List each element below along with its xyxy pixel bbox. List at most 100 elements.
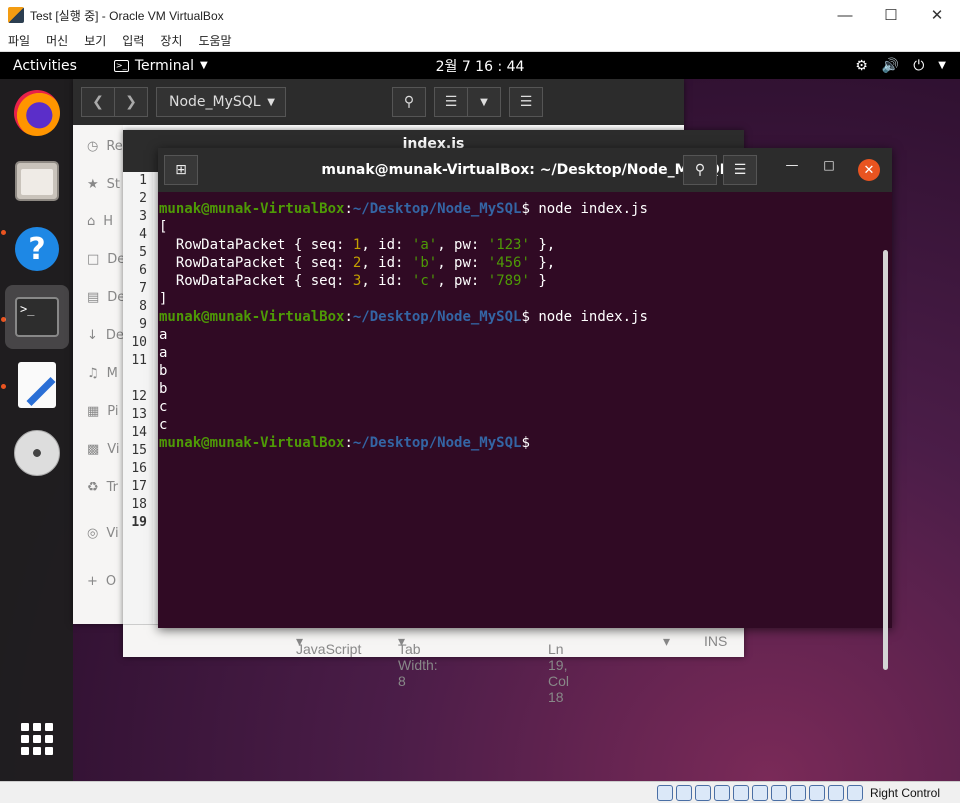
sidebar-item-documents[interactable]: ▤ De bbox=[87, 290, 125, 305]
app-grid-icon bbox=[21, 723, 53, 755]
menu-view[interactable]: 보기 bbox=[76, 32, 114, 49]
maximize-button[interactable]: ☐ bbox=[868, 0, 914, 30]
position-dropdown-caret[interactable]: ▾ bbox=[663, 633, 670, 650]
tab-width-selector[interactable]: Tab Width: 8 ▾ bbox=[398, 633, 438, 689]
gnome-topbar: Activities >_ Terminal ▼ 2월 7 16 : 44 ⚙ … bbox=[0, 52, 960, 79]
network-adapter-icon[interactable] bbox=[713, 784, 730, 801]
power-icon: ⏻ bbox=[913, 57, 925, 74]
menu-machine[interactable]: 머신 bbox=[38, 32, 76, 49]
path-label: Node_MySQL bbox=[169, 94, 261, 110]
sidebar-item-volume[interactable]: ◎ Vi bbox=[87, 526, 119, 541]
files-sidebar: ◷ Re ★ St ⌂ H □ De ▤ De ↓ De ♫ M ▦ Pi ▩ Vi ♻ Tr ◎ V… bbox=[73, 125, 125, 624]
menu-input[interactable]: 입력 bbox=[114, 32, 152, 49]
search-icon: ⚲ bbox=[403, 94, 415, 110]
sidebar-item-downloads[interactable]: ↓ De bbox=[87, 328, 124, 343]
sidebar-item-recent[interactable]: ◷ Re bbox=[87, 139, 123, 154]
shared-folder-icon[interactable] bbox=[751, 784, 768, 801]
harddisk-icon[interactable] bbox=[656, 784, 673, 801]
terminal-maximize-button[interactable]: □ bbox=[817, 158, 841, 172]
app-menu[interactable]: >_ Terminal ▼ bbox=[113, 57, 208, 74]
terminal-line: ] bbox=[159, 291, 168, 307]
display-icon[interactable] bbox=[770, 784, 787, 801]
audio-icon[interactable] bbox=[694, 784, 711, 801]
sidebar-item-trash[interactable]: ♻ Tr bbox=[87, 480, 118, 495]
help-icon: ? bbox=[15, 227, 59, 271]
vbox-titlebar: Test [실행 중] - Oracle VM VirtualBox — ☐ ✕ bbox=[0, 0, 960, 30]
insert-mode: INS bbox=[704, 633, 728, 649]
terminal-window[interactable]: ⊞ munak@munak-VirtualBox: ~/Desktop/Node… bbox=[158, 148, 892, 670]
recording-icon[interactable] bbox=[789, 784, 806, 801]
sidebar-item-pictures[interactable]: ▦ Pi bbox=[87, 404, 118, 419]
caret-down-icon: ▼ bbox=[480, 96, 488, 108]
terminal-minimize-button[interactable]: — bbox=[780, 158, 804, 173]
terminal-line: b bbox=[159, 363, 168, 379]
vbox-window-title: Test [실행 중] - Oracle VM VirtualBox bbox=[30, 8, 224, 23]
dvd-icon bbox=[14, 430, 60, 476]
show-applications-button[interactable] bbox=[5, 707, 69, 771]
terminal-line: a bbox=[159, 345, 168, 361]
star-icon: ★ bbox=[87, 177, 99, 192]
terminal-line: RowDataPacket { seq: 1, id: 'a', pw: '12… bbox=[159, 237, 556, 253]
menu-devices[interactable]: 장치 bbox=[152, 32, 190, 49]
text-editor-icon bbox=[18, 362, 56, 408]
terminal-line: c bbox=[159, 417, 168, 433]
sidebar-item-other-locations[interactable]: + O bbox=[87, 574, 116, 589]
sidebar-item-starred[interactable]: ★ St bbox=[87, 177, 120, 192]
dvd-launcher[interactable] bbox=[5, 421, 69, 485]
close-button[interactable]: ✕ bbox=[914, 0, 960, 30]
minimize-button[interactable]: — bbox=[822, 0, 868, 30]
back-button[interactable]: ❮ bbox=[81, 87, 115, 117]
cpu-icon[interactable] bbox=[808, 784, 825, 801]
caret-down-icon: ▼ bbox=[200, 60, 208, 71]
view-options-button[interactable]: ▼ bbox=[467, 87, 501, 117]
sidebar-item-desktop[interactable]: □ De bbox=[87, 252, 125, 267]
usb-icon[interactable] bbox=[732, 784, 749, 801]
guest-desktop: Activities >_ Terminal ▼ 2월 7 16 : 44 ⚙ … bbox=[0, 52, 960, 781]
terminal-line: [ bbox=[159, 219, 168, 235]
hamburger-icon: ☰ bbox=[733, 162, 747, 178]
terminal-line: b bbox=[159, 381, 168, 397]
system-tray[interactable]: ⚙ 🔊 ⏻ ▼ bbox=[855, 58, 946, 74]
terminal-output[interactable]: munak@munak-VirtualBox:~/Desktop/Node_My… bbox=[158, 192, 880, 628]
sidebar-item-videos[interactable]: ▩ Vi bbox=[87, 442, 120, 457]
search-button[interactable]: ⚲ bbox=[392, 87, 426, 117]
terminal-launcher[interactable]: >_ bbox=[5, 285, 69, 349]
sidebar-item-music[interactable]: ♫ M bbox=[87, 366, 118, 381]
help-launcher[interactable]: ? bbox=[5, 217, 69, 281]
firefox-launcher[interactable] bbox=[5, 81, 69, 145]
terminal-search-button[interactable]: ⚲ bbox=[683, 155, 717, 185]
document-icon: ▤ bbox=[87, 290, 100, 305]
hamburger-icon: ☰ bbox=[519, 94, 533, 110]
terminal-scrollbar[interactable] bbox=[883, 250, 888, 670]
activities-button[interactable]: Activities bbox=[0, 58, 90, 74]
path-bar[interactable]: Node_MySQL ▼ bbox=[156, 87, 286, 117]
volume-icon: 🔊 bbox=[881, 57, 900, 74]
menu-button[interactable]: ☰ bbox=[509, 87, 543, 117]
files-launcher[interactable] bbox=[5, 149, 69, 213]
network-icon: ⚙ bbox=[855, 57, 868, 74]
terminal-menu-button[interactable]: ☰ bbox=[723, 155, 757, 185]
vbox-menubar: 파일 머신 보기 입력 장치 도움말 bbox=[0, 30, 960, 52]
files-headerbar: ❮ ❯ Node_MySQL ▼ ⚲ ☰ ▼ ☰ bbox=[73, 79, 684, 125]
optical-drive-icon[interactable] bbox=[675, 784, 692, 801]
terminal-close-button[interactable]: ✕ bbox=[858, 159, 880, 181]
new-tab-button[interactable]: ⊞ bbox=[164, 155, 198, 185]
list-view-icon: ☰ bbox=[444, 94, 458, 110]
forward-button[interactable]: ❯ bbox=[114, 87, 148, 117]
keyboard-capture-icon[interactable] bbox=[846, 784, 863, 801]
text-editor-launcher[interactable] bbox=[5, 353, 69, 417]
menu-file[interactable]: 파일 bbox=[0, 32, 38, 49]
plus-icon: + bbox=[87, 574, 98, 589]
clock-icon: ◷ bbox=[87, 139, 99, 154]
app-menu-label: Terminal bbox=[134, 57, 195, 74]
dock: ? >_ bbox=[0, 79, 73, 781]
terminal-line: munak@munak-VirtualBox:~/Desktop/Node_My… bbox=[159, 309, 648, 325]
sidebar-item-home[interactable]: ⌂ H bbox=[87, 214, 113, 229]
view-list-button[interactable]: ☰ bbox=[434, 87, 468, 117]
terminal-line: munak@munak-VirtualBox:~/Desktop/Node_My… bbox=[159, 435, 530, 451]
language-selector[interactable]: JavaScript ▾ bbox=[296, 633, 361, 657]
new-tab-icon: ⊞ bbox=[175, 162, 187, 178]
mouse-integration-icon[interactable] bbox=[827, 784, 844, 801]
menu-help[interactable]: 도움말 bbox=[190, 32, 239, 49]
trash-icon: ♻ bbox=[87, 480, 99, 495]
